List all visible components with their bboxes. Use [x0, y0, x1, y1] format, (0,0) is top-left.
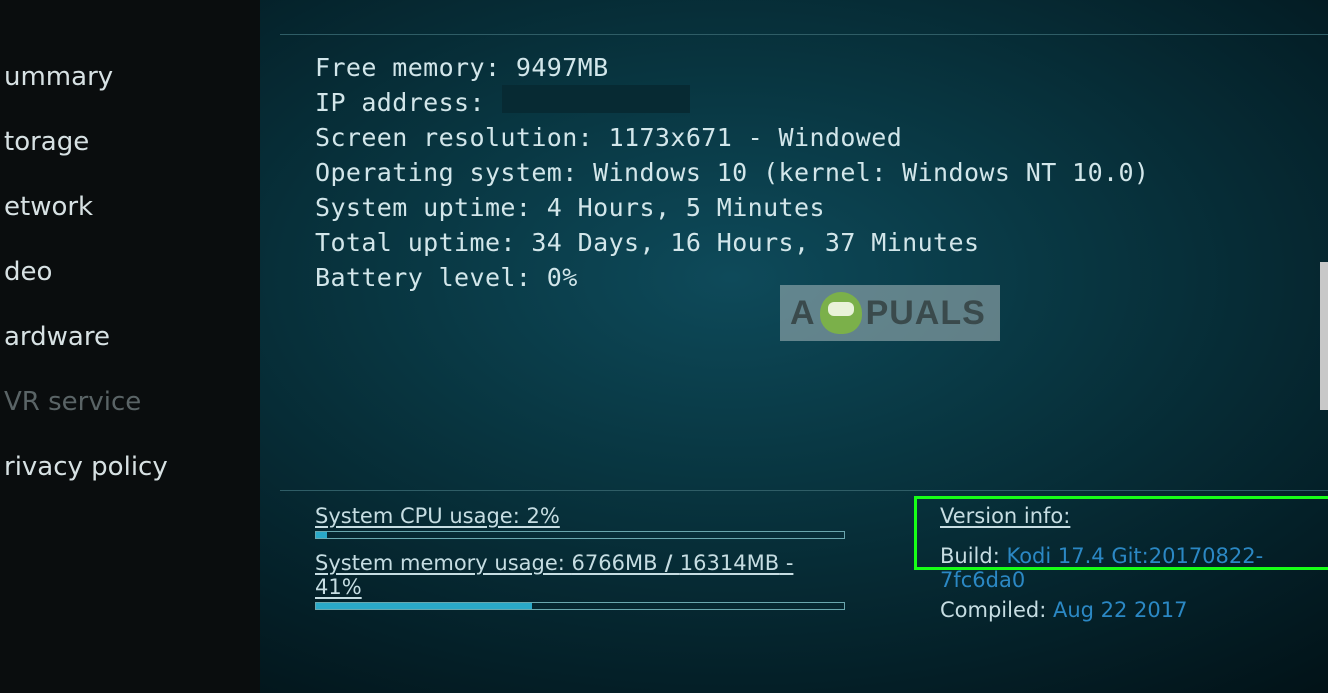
info-battery-level: Battery level: 0% [315, 260, 1149, 295]
sidebar-item-label: VR service [4, 387, 141, 417]
info-value: Windows 10 (kernel: Windows NT 10.0) [593, 155, 1149, 190]
sidebar-item-hardware[interactable]: ardware [0, 304, 260, 369]
memory-usage-label: System memory usage: 6766MB / 16314MB - … [315, 551, 793, 599]
version-compiled-value: Aug 22 2017 [1053, 598, 1188, 622]
sidebar: ummary torage etwork deo ardware VR serv… [0, 0, 260, 693]
info-ip-address: IP address: [315, 85, 1149, 120]
cpu-usage-bar [315, 531, 845, 539]
info-value: 4 Hours, 5 Minutes [547, 190, 825, 225]
watermark-text-left: A [790, 294, 816, 333]
right-edge-scrollbar[interactable] [1320, 262, 1328, 410]
info-total-uptime: Total uptime: 34 Days, 16 Hours, 37 Minu… [315, 225, 1149, 260]
sidebar-item-pvr-service[interactable]: VR service [0, 369, 260, 434]
sidebar-item-label: ummary [4, 62, 113, 92]
info-free-memory: Free memory: 9497MB [315, 50, 1149, 85]
memory-usage-row: System memory usage: 6766MB / 16314MB - … [315, 551, 845, 599]
sidebar-item-label: rivacy policy [4, 452, 168, 482]
info-label: IP address: [315, 85, 500, 120]
info-value: 9497MB [516, 50, 609, 85]
sidebar-item-label: torage [4, 127, 89, 157]
version-build-label: Build: [940, 544, 1006, 568]
sidebar-item-label: etwork [4, 192, 93, 222]
system-info-block: Free memory: 9497MB IP address: Screen r… [315, 50, 1149, 295]
info-value: 0% [547, 260, 578, 295]
cpu-usage-row: System CPU usage: 2% [315, 504, 845, 528]
info-screen-resolution: Screen resolution: 1173x671 - Windowed [315, 120, 1149, 155]
watermark-appuals: A PUALS [780, 285, 1000, 341]
version-info-block: Version info: Build: Kodi 17.4 Git:20170… [940, 504, 1328, 622]
info-label: Total uptime: [315, 225, 531, 260]
info-label: Screen resolution: [315, 120, 609, 155]
info-label: Free memory: [315, 50, 516, 85]
memory-usage-bar [315, 602, 845, 610]
sidebar-item-label: ardware [4, 322, 110, 352]
sidebar-item-network[interactable]: etwork [0, 174, 260, 239]
version-info-header: Version info: [940, 504, 1070, 528]
info-label: System uptime: [315, 190, 547, 225]
version-compiled-row: Compiled: Aug 22 2017 [940, 598, 1328, 622]
version-build-row: Build: Kodi 17.4 Git:20170822-7fc6da0 [940, 544, 1328, 592]
info-value: 1173x671 - Windowed [609, 120, 903, 155]
sidebar-item-privacy-policy[interactable]: rivacy policy [0, 434, 260, 499]
sidebar-item-storage[interactable]: torage [0, 109, 260, 174]
divider-top [280, 34, 1328, 35]
usage-footer: System CPU usage: 2% System memory usage… [315, 504, 845, 622]
appuals-mascot-icon [820, 292, 862, 334]
sidebar-item-video[interactable]: deo [0, 239, 260, 304]
info-operating-system: Operating system: Windows 10 (kernel: Wi… [315, 155, 1149, 190]
info-label: Operating system: [315, 155, 593, 190]
ip-redacted-mask [502, 85, 690, 113]
memory-usage-bar-fill [316, 603, 532, 609]
cpu-usage-label: System CPU usage: 2% [315, 504, 560, 528]
main-panel: Free memory: 9497MB IP address: Screen r… [260, 0, 1328, 693]
info-value: 34 Days, 16 Hours, 37 Minutes [531, 225, 979, 260]
divider-mid [280, 490, 1328, 491]
sidebar-item-summary[interactable]: ummary [0, 44, 260, 109]
info-system-uptime: System uptime: 4 Hours, 5 Minutes [315, 190, 1149, 225]
cpu-usage-bar-fill [316, 532, 327, 538]
version-compiled-label: Compiled: [940, 598, 1053, 622]
info-label: Battery level: [315, 260, 547, 295]
sidebar-item-label: deo [4, 257, 52, 287]
watermark-text-right: PUALS [866, 294, 986, 333]
